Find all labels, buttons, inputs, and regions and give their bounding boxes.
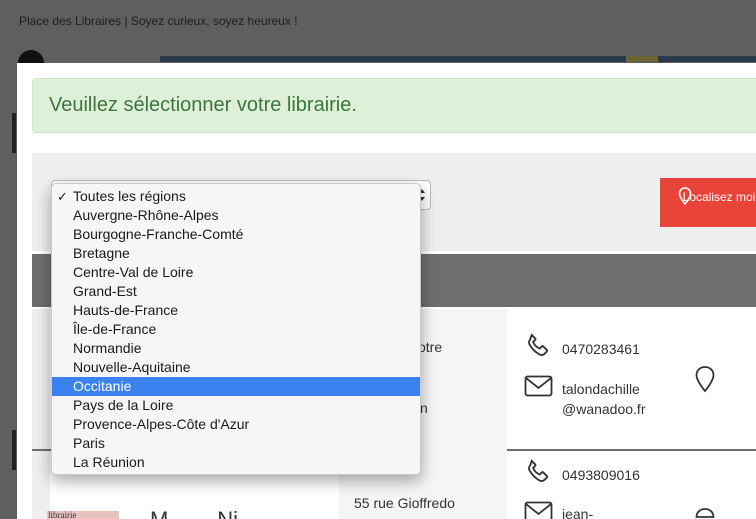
page-edge-mark xyxy=(12,430,16,470)
region-option-label: Bourgogne-Franche-Comté xyxy=(73,226,244,242)
email-icon xyxy=(524,501,553,519)
region-option-label: Hauts-de-France xyxy=(73,302,179,318)
address-fragment: n xyxy=(420,400,428,416)
region-option[interactable]: ✓ Toutes les régions xyxy=(52,187,420,206)
region-option[interactable]: Nouvelle-Aquitaine xyxy=(52,358,420,377)
alert-text: Veuillez sélectionner votre librairie. xyxy=(49,94,357,116)
region-option-list: ✓ Toutes les régions Auvergne-Rhône-Alpes B… xyxy=(52,187,420,472)
region-option-label: Toutes les régions xyxy=(73,188,186,204)
region-option-label: Occitanie xyxy=(73,378,132,394)
region-option-label: Auvergne-Rhône-Alpes xyxy=(73,207,219,223)
region-option[interactable]: Occitanie xyxy=(52,377,420,396)
region-option-label: Bretagne xyxy=(73,245,130,261)
region-dropdown-menu: ✓ Toutes les régions Auvergne-Rhône-Alpes B… xyxy=(51,183,421,475)
region-option-label: Provence-Alpes-Côte d'Azur xyxy=(73,416,250,432)
thumbnail-text: librairie xyxy=(48,510,77,519)
region-option-label: Centre-Val de Loire xyxy=(73,264,194,280)
region-option[interactable]: Normandie xyxy=(52,339,420,358)
region-option-label: Île-de-France xyxy=(73,321,157,337)
map-pin-icon xyxy=(678,187,692,205)
instruction-alert: Veuillez sélectionner votre librairie. xyxy=(32,78,756,133)
region-option-label: La Réunion xyxy=(73,454,145,470)
region-option[interactable]: Auvergne-Rhône-Alpes xyxy=(52,206,420,225)
region-option[interactable]: Bretagne xyxy=(52,244,420,263)
bookstore-name[interactable]: M... ... Ni... xyxy=(150,507,256,519)
region-option[interactable]: Pays de la Loire xyxy=(52,396,420,415)
header-strip-accent xyxy=(626,56,658,62)
bookstore-address: 55 rue Gioffredo xyxy=(354,495,455,511)
email-line[interactable]: talondachille xyxy=(562,381,640,397)
email-line[interactable]: jean- xyxy=(562,506,593,519)
region-option-label: Normandie xyxy=(73,340,142,356)
row-left-cell xyxy=(32,451,50,519)
phone-icon xyxy=(528,459,549,482)
region-option[interactable]: Hauts-de-France xyxy=(52,301,420,320)
region-option-label: Nouvelle-Aquitaine xyxy=(73,359,191,375)
map-pin-icon[interactable] xyxy=(694,507,716,519)
locate-me-button[interactable]: Localisez moi xyxy=(660,178,756,227)
region-option[interactable]: Île-de-France xyxy=(52,320,420,339)
region-option-label: Grand-Est xyxy=(73,283,137,299)
region-option[interactable]: Centre-Val de Loire xyxy=(52,263,420,282)
region-option[interactable]: Grand-Est xyxy=(52,282,420,301)
locate-me-label: Localisez moi xyxy=(682,190,756,204)
region-option[interactable]: Paris xyxy=(52,434,420,453)
site-tagline: Place des Libraires | Soyez curieux, soy… xyxy=(19,14,298,28)
page-edge-mark xyxy=(12,113,16,153)
map-pin-icon[interactable] xyxy=(694,365,716,393)
email-icon xyxy=(524,375,553,397)
region-option[interactable]: La Réunion xyxy=(52,453,420,472)
checkmark-icon: ✓ xyxy=(57,189,68,204)
row-left-cell xyxy=(32,309,50,449)
phone-number[interactable]: 0493809016 xyxy=(562,467,640,483)
region-option[interactable]: Bourgogne-Franche-Comté xyxy=(52,225,420,244)
region-option[interactable]: Provence-Alpes-Côte d'Azur xyxy=(52,415,420,434)
region-option-label: Pays de la Loire xyxy=(73,397,174,413)
header-strip xyxy=(160,56,756,62)
phone-number[interactable]: 0470283461 xyxy=(562,341,640,357)
address-fragment: otre xyxy=(418,339,443,355)
region-option-label: Paris xyxy=(73,435,105,451)
email-line[interactable]: @wanadoo.fr xyxy=(562,401,645,417)
phone-icon xyxy=(528,333,549,356)
